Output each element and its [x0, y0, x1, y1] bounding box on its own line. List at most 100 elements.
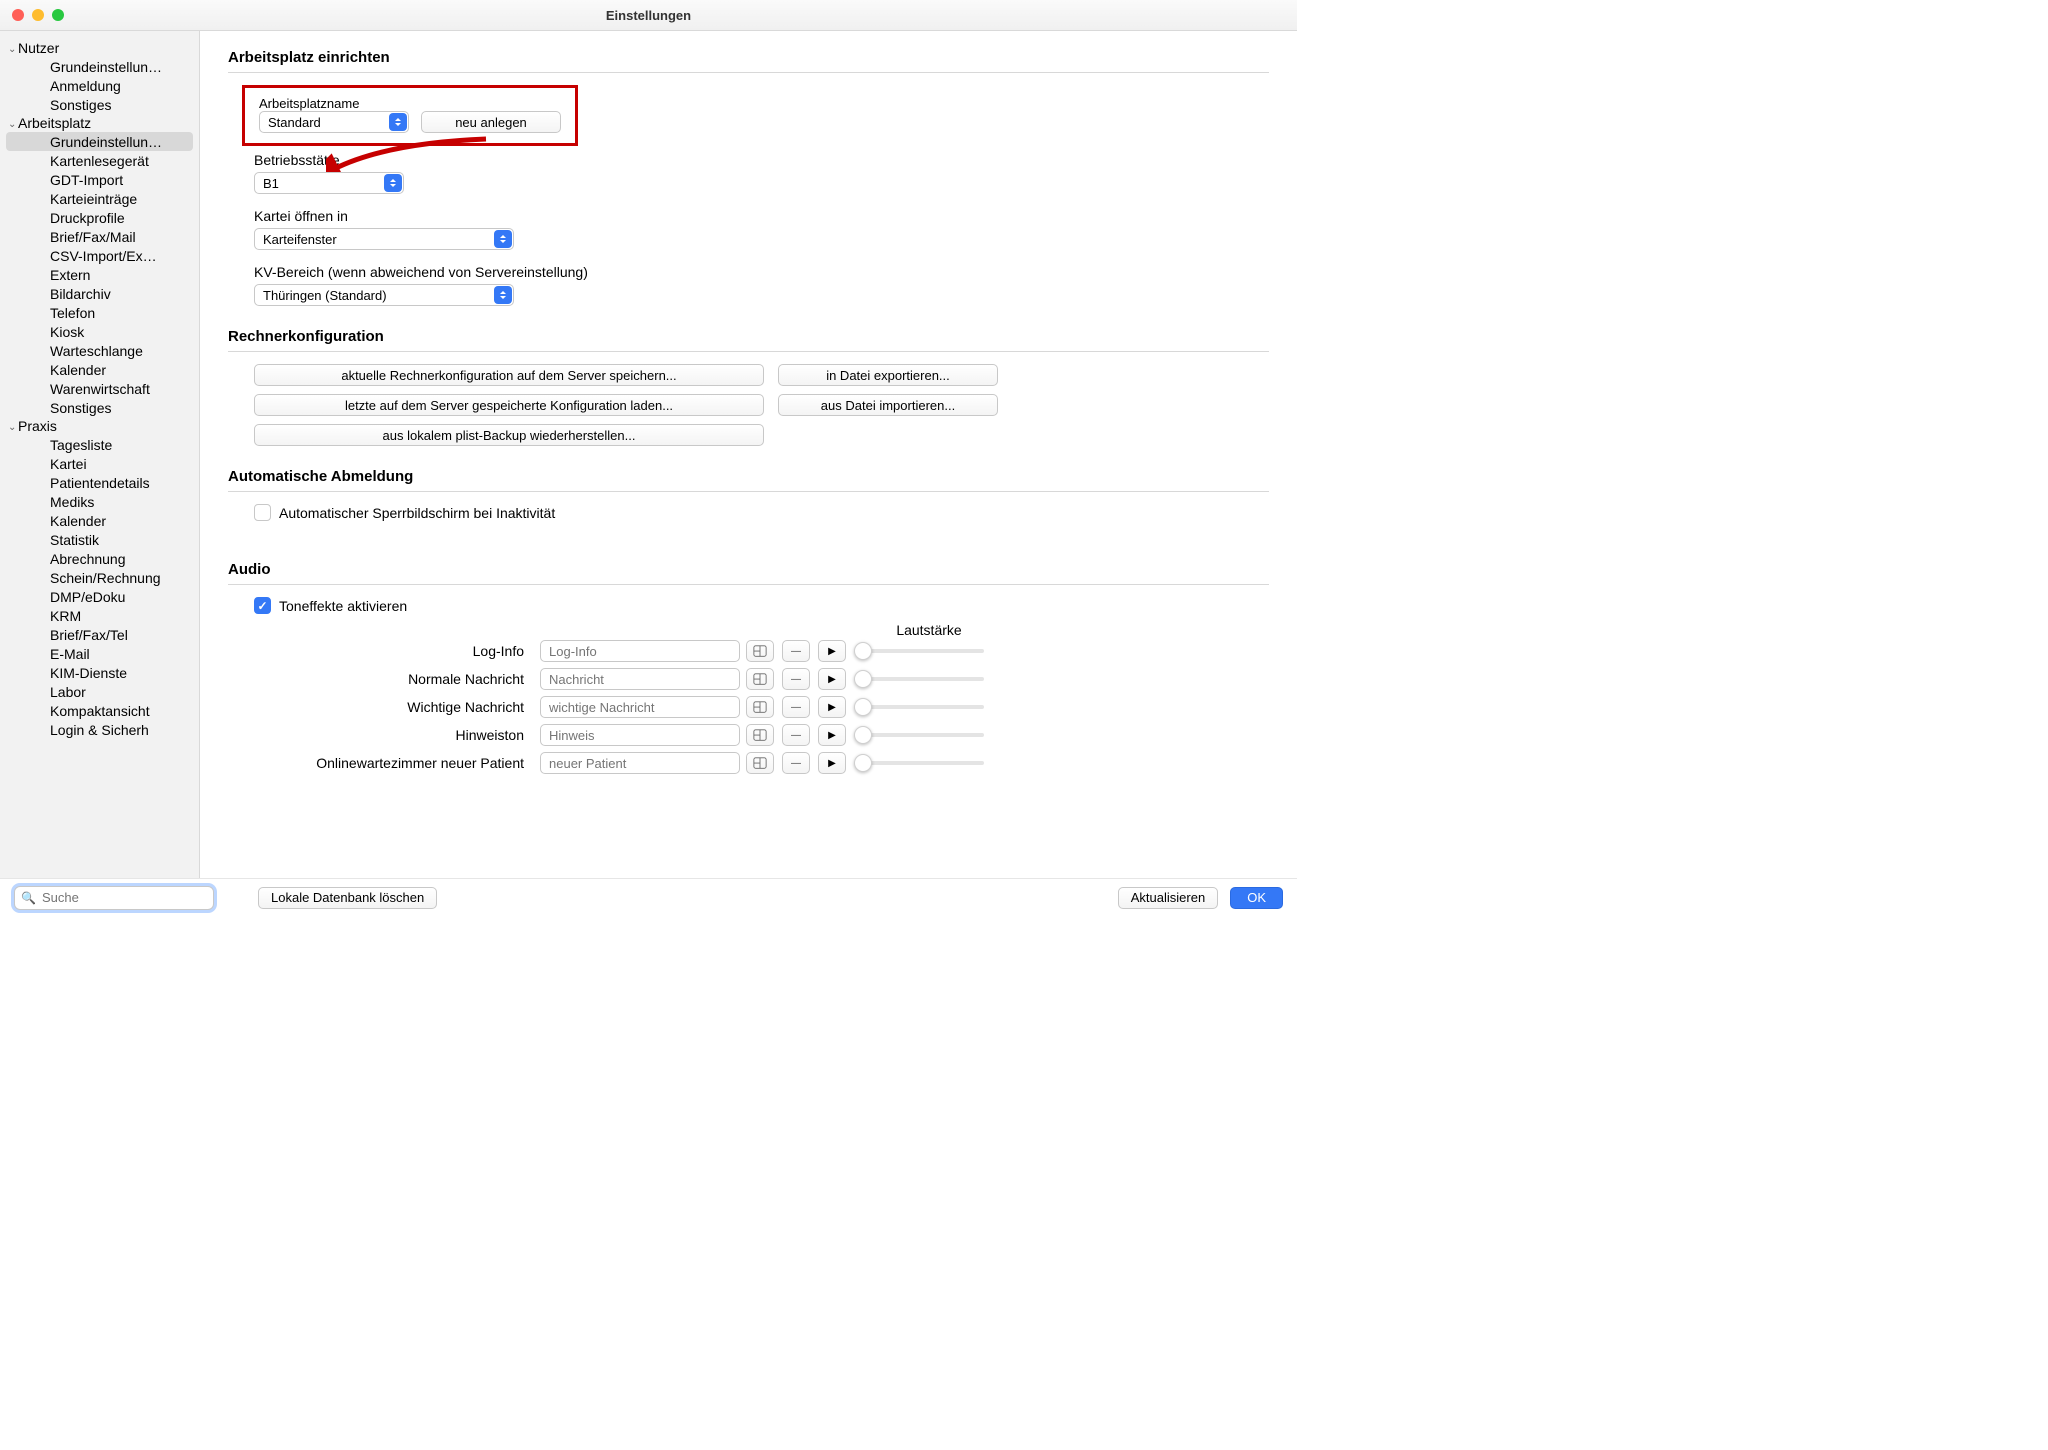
button-rechner-speichern[interactable]: aktuelle Rechnerkonfiguration auf dem Se… — [254, 364, 764, 386]
label-toneffekte: Toneffekte aktivieren — [279, 598, 407, 614]
button-ok[interactable]: OK — [1230, 887, 1283, 909]
sidebar-item-druckprofile[interactable]: Druckprofile — [0, 208, 199, 227]
sidebar-item-anmeldung[interactable]: Anmeldung — [0, 76, 199, 95]
titlebar: Einstellungen — [0, 0, 1297, 31]
input-audio-hinweiston[interactable] — [540, 724, 740, 746]
button-play-sound-owz[interactable] — [818, 752, 846, 774]
input-audio-log-info[interactable] — [540, 640, 740, 662]
sidebar-item-login-sicherheit[interactable]: Login & Sicherh — [0, 720, 199, 739]
button-clear-sound-hinweiston[interactable] — [782, 724, 810, 746]
slider-volume-hinweiston[interactable] — [854, 733, 984, 737]
button-clear-sound-normale-nachricht[interactable] — [782, 668, 810, 690]
sidebar-group-praxis[interactable]: ⌄Praxis — [0, 417, 199, 435]
sidebar-group-arbeitsplatz[interactable]: ⌄Arbeitsplatz — [0, 114, 199, 132]
sidebar-item-kompaktansicht[interactable]: Kompaktansicht — [0, 701, 199, 720]
button-clear-sound-owz[interactable] — [782, 752, 810, 774]
select-caret-icon — [494, 286, 512, 304]
button-play-sound-hinweiston[interactable] — [818, 724, 846, 746]
sidebar-item-krm[interactable]: KRM — [0, 606, 199, 625]
button-lokale-datenbank-loeschen[interactable]: Lokale Datenbank löschen — [258, 887, 437, 909]
sidebar-item-warteschlange[interactable]: Warteschlange — [0, 341, 199, 360]
sidebar-item-abrechnung[interactable]: Abrechnung — [0, 549, 199, 568]
label-audio-normale-nachricht: Normale Nachricht — [254, 671, 534, 687]
select-kartei-oeffnen[interactable]: Karteifenster — [254, 228, 514, 250]
button-pick-sound-hinweiston[interactable] — [746, 724, 774, 746]
sidebar-item-patientendetails[interactable]: Patientendetails — [0, 473, 199, 492]
button-neu-anlegen[interactable]: neu anlegen — [421, 111, 561, 133]
label-audio-wichtige-nachricht: Wichtige Nachricht — [254, 699, 534, 715]
input-audio-wichtige-nachricht[interactable] — [540, 696, 740, 718]
select-arbeitsplatzname[interactable]: Standard — [259, 111, 409, 133]
input-audio-owz[interactable] — [540, 752, 740, 774]
button-pick-sound-normale-nachricht[interactable] — [746, 668, 774, 690]
button-clear-sound-wichtige-nachricht[interactable] — [782, 696, 810, 718]
slider-volume-wichtige-nachricht[interactable] — [854, 705, 984, 709]
input-audio-normale-nachricht[interactable] — [540, 668, 740, 690]
window-title: Einstellungen — [0, 8, 1297, 23]
sidebar-item-kalender-praxis[interactable]: Kalender — [0, 511, 199, 530]
divider — [228, 491, 1269, 492]
select-betriebsstaette-value: B1 — [263, 176, 279, 191]
label-arbeitsplatzname: Arbeitsplatzname — [259, 96, 359, 111]
button-rechner-import[interactable]: aus Datei importieren... — [778, 394, 998, 416]
chevron-down-icon: ⌄ — [8, 119, 16, 130]
sidebar-item-extern[interactable]: Extern — [0, 265, 199, 284]
button-pick-sound-log-info[interactable] — [746, 640, 774, 662]
button-pick-sound-owz[interactable] — [746, 752, 774, 774]
sidebar-item-warenwirtschaft[interactable]: Warenwirtschaft — [0, 379, 199, 398]
button-play-sound-log-info[interactable] — [818, 640, 846, 662]
sidebar-item-dmp-edoku[interactable]: DMP/eDoku — [0, 587, 199, 606]
slider-volume-log-info[interactable] — [854, 649, 984, 653]
label-betriebsstaette: Betriebsstätte — [254, 152, 1269, 168]
slider-volume-normale-nachricht[interactable] — [854, 677, 984, 681]
section-heading-abmeldung: Automatische Abmeldung — [228, 468, 1269, 485]
search-input-wrapper[interactable]: 🔍 — [14, 886, 214, 910]
sidebar-item-brief-fax-tel[interactable]: Brief/Fax/Tel — [0, 625, 199, 644]
sidebar-item-mediks[interactable]: Mediks — [0, 492, 199, 511]
select-betriebsstaette[interactable]: B1 — [254, 172, 404, 194]
sidebar-group-nutzer[interactable]: ⌄Nutzer — [0, 39, 199, 57]
section-heading-arbeitsplatz: Arbeitsplatz einrichten — [228, 49, 1269, 66]
checkbox-sperrbildschirm[interactable] — [254, 504, 271, 521]
label-audio-owz: Onlinewartezimmer neuer Patient — [254, 755, 534, 771]
select-kv-bereich[interactable]: Thüringen (Standard) — [254, 284, 514, 306]
search-input[interactable] — [42, 890, 218, 905]
content-panel: Arbeitsplatz einrichten Arbeitsplatzname… — [200, 31, 1297, 878]
sidebar-item-arbeitsplatz-grundeinstellungen[interactable]: Grundeinstellun… — [6, 132, 193, 151]
select-caret-icon — [389, 113, 407, 131]
sidebar-item-telefon[interactable]: Telefon — [0, 303, 199, 322]
button-rechner-plist[interactable]: aus lokalem plist-Backup wiederherstelle… — [254, 424, 764, 446]
button-clear-sound-log-info[interactable] — [782, 640, 810, 662]
sidebar-item-kim-dienste[interactable]: KIM-Dienste — [0, 663, 199, 682]
select-caret-icon — [494, 230, 512, 248]
sidebar-item-csv-import-export[interactable]: CSV-Import/Ex… — [0, 246, 199, 265]
sidebar-item-schein-rechnung[interactable]: Schein/Rechnung — [0, 568, 199, 587]
sidebar-item-nutzer-grundeinstellungen[interactable]: Grundeinstellun… — [0, 57, 199, 76]
button-aktualisieren[interactable]: Aktualisieren — [1118, 887, 1218, 909]
sidebar-item-karteieintraege[interactable]: Karteieinträge — [0, 189, 199, 208]
sidebar-item-nutzer-sonstiges[interactable]: Sonstiges — [0, 95, 199, 114]
button-rechner-export[interactable]: in Datei exportieren... — [778, 364, 998, 386]
sidebar-item-kartei[interactable]: Kartei — [0, 454, 199, 473]
sidebar-item-kalender-ap[interactable]: Kalender — [0, 360, 199, 379]
sidebar-item-bildarchiv[interactable]: Bildarchiv — [0, 284, 199, 303]
button-play-sound-wichtige-nachricht[interactable] — [818, 696, 846, 718]
button-play-sound-normale-nachricht[interactable] — [818, 668, 846, 690]
label-lautstaerke: Lautstärke — [854, 622, 1004, 638]
button-rechner-laden[interactable]: letzte auf dem Server gespeicherte Konfi… — [254, 394, 764, 416]
section-heading-audio: Audio — [228, 561, 1269, 578]
sidebar-item-labor[interactable]: Labor — [0, 682, 199, 701]
sidebar-item-email[interactable]: E-Mail — [0, 644, 199, 663]
sidebar-item-arbeitsplatz-sonstiges[interactable]: Sonstiges — [0, 398, 199, 417]
search-icon: 🔍 — [21, 891, 36, 905]
label-kartei-oeffnen: Kartei öffnen in — [254, 208, 1269, 224]
sidebar-item-kiosk[interactable]: Kiosk — [0, 322, 199, 341]
sidebar-item-tagesliste[interactable]: Tagesliste — [0, 435, 199, 454]
slider-volume-owz[interactable] — [854, 761, 984, 765]
sidebar-item-gdt-import[interactable]: GDT-Import — [0, 170, 199, 189]
button-pick-sound-wichtige-nachricht[interactable] — [746, 696, 774, 718]
sidebar-item-statistik[interactable]: Statistik — [0, 530, 199, 549]
sidebar-item-brief-fax-mail[interactable]: Brief/Fax/Mail — [0, 227, 199, 246]
checkbox-toneffekte[interactable] — [254, 597, 271, 614]
sidebar-item-kartenlesegeraet[interactable]: Kartenlesegerät — [0, 151, 199, 170]
